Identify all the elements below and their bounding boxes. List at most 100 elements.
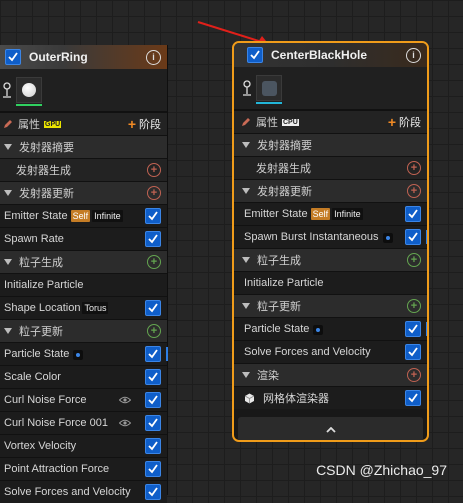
module-enable-checkbox[interactable] [145, 208, 161, 224]
particle-update-row[interactable]: 粒子更新 + [0, 319, 167, 342]
emitter-state-module[interactable]: Emitter State Self Infinite [234, 202, 427, 225]
outer-ring-emitter-panel: OuterRing i 属性 GPU + 阶段 发射器摘要 发射器生成 + 发射器更… [0, 45, 168, 503]
pencil-icon [4, 120, 12, 128]
expand-triangle-icon[interactable] [4, 328, 12, 334]
outer-ring-title: OuterRing [29, 50, 88, 64]
module-enable-checkbox[interactable] [405, 229, 421, 245]
module-enable-checkbox[interactable] [145, 438, 161, 454]
initialize-particle-module[interactable]: Initialize Particle [234, 271, 427, 294]
module-enable-checkbox[interactable] [145, 300, 161, 316]
plus-icon: + [387, 114, 396, 130]
add-module-icon[interactable]: + [407, 253, 421, 267]
add-stage-button[interactable]: + 阶段 [128, 116, 161, 132]
add-stage-button[interactable]: + 阶段 [388, 114, 421, 130]
center-black-hole-thumbnail[interactable] [256, 75, 282, 104]
pencil-icon [242, 118, 250, 126]
pin-icon[interactable] [242, 78, 252, 98]
input-pin-icon [313, 325, 324, 335]
emitter-update-row[interactable]: 发射器更新 + [234, 179, 427, 202]
mesh-thumbnail-icon [261, 80, 277, 96]
emitter-update-row[interactable]: 发射器更新 + [0, 181, 167, 204]
expand-triangle-icon[interactable] [242, 303, 250, 309]
particle-state-module[interactable]: Particle State [234, 317, 427, 340]
particle-state-module[interactable]: Particle State [0, 342, 168, 365]
eye-icon[interactable] [119, 396, 131, 404]
emitter-spawn-row[interactable]: 发射器生成 + [234, 156, 427, 179]
expand-triangle-icon[interactable] [242, 372, 250, 378]
point-attraction-force-module[interactable]: Point Attraction Force [0, 457, 167, 480]
emitter-summary-row[interactable]: 发射器摘要 [234, 133, 427, 156]
add-renderer-icon[interactable]: + [407, 368, 421, 382]
render-row[interactable]: 渲染 + [234, 363, 427, 386]
sphere-thumbnail-icon [22, 83, 36, 97]
expand-triangle-icon[interactable] [4, 190, 12, 196]
expand-triangle-icon[interactable] [242, 257, 250, 263]
module-enable-checkbox[interactable] [145, 231, 161, 247]
cube-icon [244, 393, 255, 403]
center-black-hole-title: CenterBlackHole [271, 48, 368, 62]
add-module-icon[interactable]: + [147, 186, 161, 200]
add-module-icon[interactable]: + [147, 255, 161, 269]
spawn-burst-instantaneous-module[interactable]: Spawn Burst Instantaneous [234, 225, 427, 248]
mesh-renderer-module[interactable]: 网格体渲染器 [234, 386, 427, 409]
scale-color-module[interactable]: Scale Color [0, 365, 167, 388]
add-module-icon[interactable]: + [407, 161, 421, 175]
shape-location-module[interactable]: Shape Location Torus [0, 296, 167, 319]
add-module-icon[interactable]: + [147, 163, 161, 177]
cpu-sim-badge: CPU [282, 118, 299, 126]
infinite-tag: Infinite [92, 210, 123, 222]
expand-triangle-icon[interactable] [4, 259, 12, 265]
watermark: CSDN @Zhichao_97 [316, 462, 447, 478]
module-enable-checkbox[interactable] [405, 344, 421, 360]
thumbnail-color-bar [16, 104, 42, 106]
add-module-icon[interactable]: + [147, 324, 161, 338]
add-module-icon[interactable]: + [407, 184, 421, 198]
outer-ring-thumbnail[interactable] [16, 77, 42, 106]
module-enable-checkbox[interactable] [145, 369, 161, 385]
add-module-icon[interactable]: + [407, 299, 421, 313]
curl-noise-force-module[interactable]: Curl Noise Force [0, 388, 167, 411]
gpu-sim-badge: GPU [44, 120, 62, 128]
initialize-particle-module[interactable]: Initialize Particle [0, 273, 167, 296]
particle-spawn-row[interactable]: 粒子生成 + [234, 248, 427, 271]
expand-triangle-icon[interactable] [242, 188, 250, 194]
eye-icon[interactable] [119, 419, 131, 427]
infinite-tag: Infinite [332, 208, 363, 220]
module-enable-checkbox[interactable] [145, 415, 161, 431]
center-black-hole-properties-row[interactable]: 属性 CPU + 阶段 [234, 110, 427, 133]
collapse-panel-button[interactable] [238, 417, 423, 440]
solve-forces-module[interactable]: Solve Forces and Velocity [0, 480, 167, 503]
solve-forces-module[interactable]: Solve Forces and Velocity [234, 340, 427, 363]
module-enable-checkbox[interactable] [405, 206, 421, 222]
particle-update-row[interactable]: 粒子更新 + [234, 294, 427, 317]
module-enable-checkbox[interactable] [405, 321, 421, 337]
expand-triangle-icon[interactable] [4, 144, 12, 150]
particle-spawn-row[interactable]: 粒子生成 + [0, 250, 167, 273]
outer-ring-properties-row[interactable]: 属性 GPU + 阶段 [0, 112, 167, 135]
input-pin-icon [382, 233, 393, 243]
thumbnail-color-bar [256, 102, 282, 104]
module-enable-checkbox[interactable] [145, 392, 161, 408]
center-black-hole-header[interactable]: CenterBlackHole i [234, 43, 427, 67]
center-black-hole-enable-checkbox[interactable] [247, 47, 263, 63]
emitter-summary-row[interactable]: 发射器摘要 [0, 135, 167, 158]
module-enable-checkbox[interactable] [405, 390, 421, 406]
curl-noise-force-001-module[interactable]: Curl Noise Force 001 [0, 411, 167, 434]
emitter-spawn-row[interactable]: 发射器生成 + [0, 158, 167, 181]
self-tag: Self [310, 208, 331, 220]
outer-ring-header[interactable]: OuterRing i [0, 45, 167, 69]
vortex-velocity-module[interactable]: Vortex Velocity [0, 434, 167, 457]
info-icon[interactable]: i [406, 47, 421, 63]
expand-triangle-icon[interactable] [242, 142, 250, 148]
info-icon[interactable]: i [146, 49, 161, 65]
center-black-hole-emitter-panel: CenterBlackHole i 属性 CPU + 阶段 发射器摘要 发射器生成… [232, 41, 429, 442]
module-enable-checkbox[interactable] [145, 484, 161, 500]
module-enable-checkbox[interactable] [145, 461, 161, 477]
spawn-rate-module[interactable]: Spawn Rate [0, 227, 167, 250]
properties-label: 属性 [18, 119, 40, 131]
chevron-up-icon [325, 427, 336, 433]
module-enable-checkbox[interactable] [145, 346, 161, 362]
pin-icon[interactable] [2, 80, 12, 100]
outer-ring-enable-checkbox[interactable] [5, 49, 21, 65]
emitter-state-module[interactable]: Emitter State Self Infinite [0, 204, 167, 227]
